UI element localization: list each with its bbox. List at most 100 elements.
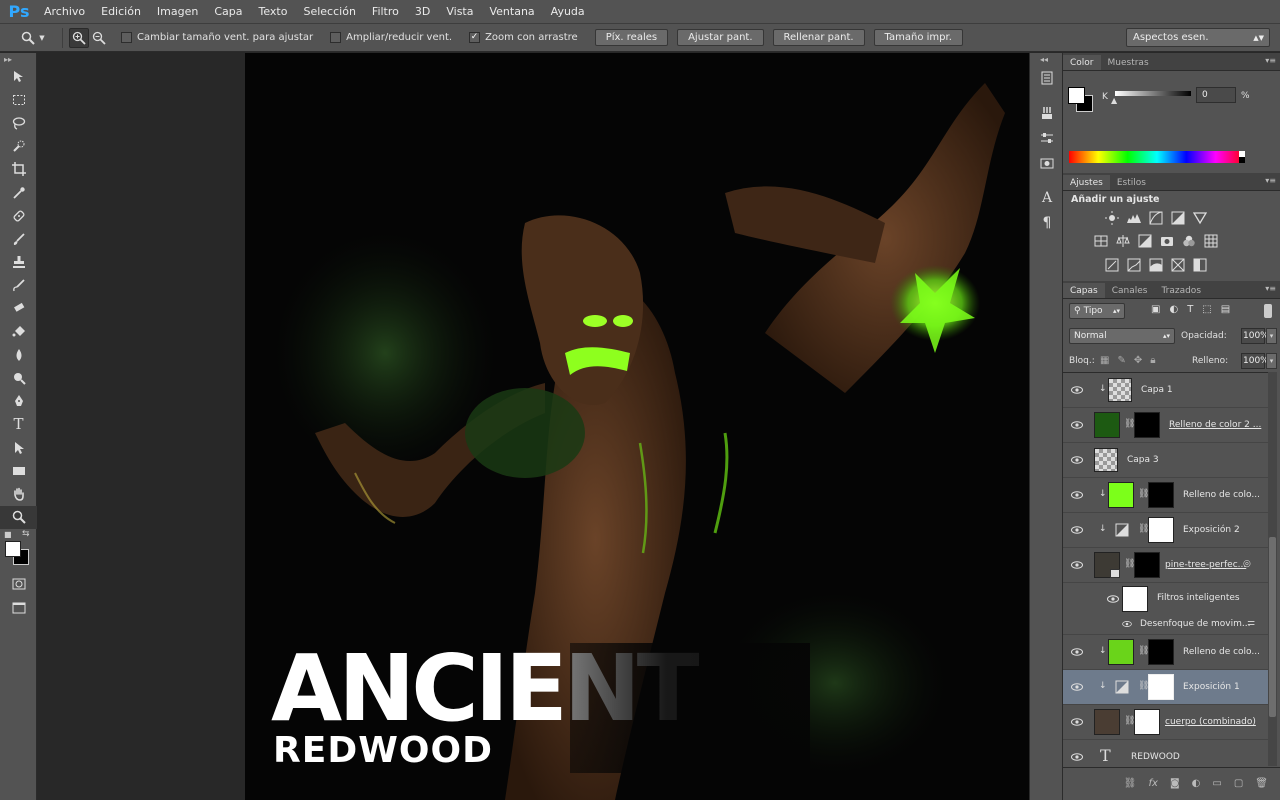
layer-row-selected[interactable]: ↓ ⛓ Exposición 1 <box>1063 670 1268 705</box>
eye-icon[interactable] <box>1071 455 1083 465</box>
paragraph-panel-button[interactable]: ¶ <box>1030 210 1064 235</box>
menu-edicion[interactable]: Edición <box>93 5 149 18</box>
filter-type-icon[interactable]: T <box>1187 304 1193 315</box>
layer-row[interactable]: Capa 3 <box>1063 443 1268 478</box>
paint-bucket-tool[interactable] <box>0 320 37 343</box>
tab-channels[interactable]: Canales <box>1105 283 1155 298</box>
invert-icon[interactable] <box>1103 257 1120 272</box>
eraser-tool[interactable] <box>0 297 37 320</box>
eye-icon[interactable] <box>1071 717 1083 727</box>
new-layer-icon[interactable]: ▢ <box>1234 778 1243 789</box>
tool-preset-picker[interactable]: ▼ <box>10 31 56 45</box>
k-slider[interactable] <box>1115 91 1191 96</box>
tab-color[interactable]: Color <box>1063 55 1101 70</box>
tab-swatches[interactable]: Muestras <box>1101 55 1156 70</box>
eye-icon[interactable] <box>1071 490 1083 500</box>
trash-icon[interactable]: 🗑︎ <box>1255 778 1268 789</box>
menu-vista[interactable]: Vista <box>438 5 481 18</box>
brush-settings-button[interactable] <box>1030 125 1064 150</box>
layer-row[interactable]: ↓ ⛓ Relleno de colo... <box>1063 478 1268 513</box>
brush-tool[interactable] <box>0 227 37 250</box>
zoom-all-windows-checkbox[interactable]: Ampliar/reducir vent. <box>330 32 452 43</box>
k-value-field[interactable]: 0 <box>1196 87 1236 103</box>
menu-ventana[interactable]: Ventana <box>481 5 542 18</box>
zoom-out-button[interactable] <box>89 28 109 48</box>
panel-menu-icon[interactable]: ▾≡ <box>1265 284 1276 293</box>
pen-tool[interactable] <box>0 390 37 413</box>
menu-3d[interactable]: 3D <box>407 5 438 18</box>
screen-mode-button[interactable] <box>0 596 37 619</box>
dodge-tool[interactable] <box>0 366 37 389</box>
filter-smart-object-icon[interactable]: ▤ <box>1221 304 1230 315</box>
layer-row[interactable]: ⛓ pine-tree-perfec... ◎ <box>1063 548 1268 583</box>
blend-mode-select[interactable]: Normal ▴▾ <box>1069 328 1175 344</box>
lasso-tool[interactable] <box>0 111 37 134</box>
color-lookup-icon[interactable] <box>1202 233 1219 248</box>
blur-tool[interactable] <box>0 343 37 366</box>
menu-seleccion[interactable]: Selección <box>295 5 363 18</box>
levels-icon[interactable] <box>1125 210 1142 225</box>
checkbox-box[interactable] <box>330 32 342 43</box>
marquee-tool[interactable] <box>0 88 37 111</box>
eye-icon[interactable] <box>1071 385 1083 395</box>
print-size-button[interactable]: Tamaño impr. <box>873 29 963 46</box>
eye-icon[interactable] <box>1071 682 1083 692</box>
filter-pixel-icon[interactable]: ▣ <box>1151 304 1160 315</box>
filter-blending-options-icon[interactable]: ⚌ <box>1247 618 1255 628</box>
resize-windows-checkbox[interactable]: Cambiar tamaño vent. para ajustar <box>121 32 313 43</box>
layer-row[interactable]: ↓ Capa 1 <box>1063 373 1268 408</box>
lock-all-icon[interactable]: 🔒︎ <box>1150 355 1155 366</box>
eye-icon[interactable] <box>1122 620 1132 628</box>
eyedropper-tool[interactable] <box>0 181 37 204</box>
photo-filter-icon[interactable] <box>1158 233 1175 248</box>
brush-presets-button[interactable] <box>1030 100 1064 125</box>
new-adjustment-icon[interactable]: ◐ <box>1192 778 1201 789</box>
channel-mixer-icon[interactable] <box>1180 233 1197 248</box>
hand-tool[interactable] <box>0 482 37 505</box>
lock-image-icon[interactable]: ✎ <box>1117 355 1125 366</box>
lock-position-icon[interactable]: ✥ <box>1134 355 1142 366</box>
actual-pixels-button[interactable]: Píx. reales <box>594 29 669 46</box>
color-balance-icon[interactable] <box>1114 233 1131 248</box>
layer-row[interactable]: ↓ ⛓ Exposición 2 <box>1063 513 1268 548</box>
curves-icon[interactable] <box>1147 210 1164 225</box>
scrollbar-thumb[interactable] <box>1269 537 1276 717</box>
dock-collapse-button[interactable]: ◂◂ <box>1030 53 1062 65</box>
history-panel-button[interactable] <box>1030 65 1064 90</box>
fit-screen-button[interactable]: Ajustar pant. <box>677 29 764 46</box>
lock-transparent-icon[interactable]: ▦ <box>1100 355 1109 366</box>
quick-selection-tool[interactable] <box>0 135 37 158</box>
default-colors-icon[interactable]: ■ <box>4 530 12 539</box>
filter-toggle-button[interactable] <box>1264 304 1272 318</box>
eye-icon[interactable] <box>1071 525 1083 535</box>
clone-source-button[interactable] <box>1030 150 1064 175</box>
fill-screen-button[interactable]: Rellenar pant. <box>772 29 865 46</box>
tab-paths[interactable]: Trazados <box>1154 283 1208 298</box>
menu-imagen[interactable]: Imagen <box>149 5 206 18</box>
foreground-color-swatch[interactable] <box>5 540 21 557</box>
tab-adjustments[interactable]: Ajustes <box>1063 175 1110 190</box>
panel-menu-icon[interactable]: ▾≡ <box>1265 56 1276 65</box>
brightness-contrast-icon[interactable] <box>1103 210 1120 225</box>
fx-icon[interactable]: fx <box>1149 778 1158 789</box>
smart-filters-row[interactable]: Filtros inteligentes <box>1063 583 1268 615</box>
checkbox-box-checked[interactable]: ✓ <box>469 32 481 43</box>
character-panel-button[interactable]: A <box>1030 185 1064 210</box>
layer-row[interactable]: ↓ ⛓ Relleno de colo... <box>1063 635 1268 670</box>
collapse-toolbar-button[interactable]: ▸▸ <box>0 53 36 65</box>
zoom-tool[interactable] <box>0 505 37 529</box>
tab-layers[interactable]: Capas <box>1063 283 1105 298</box>
fill-field[interactable]: 100% <box>1241 353 1269 369</box>
checkbox-box[interactable] <box>121 32 132 43</box>
spectrum-white-black[interactable] <box>1239 151 1245 163</box>
panel-menu-icon[interactable]: ▾≡ <box>1265 176 1276 185</box>
add-mask-icon[interactable]: ◙ <box>1170 778 1180 789</box>
color-panel-foreground-swatch[interactable] <box>1068 87 1085 104</box>
menu-texto[interactable]: Texto <box>251 5 296 18</box>
zoom-in-button[interactable] <box>69 27 89 48</box>
selective-color-icon[interactable] <box>1169 257 1186 272</box>
document-canvas[interactable]: ANCIENT REDWOOD <box>245 53 1029 800</box>
menu-ayuda[interactable]: Ayuda <box>543 5 593 18</box>
threshold-icon[interactable] <box>1147 257 1164 272</box>
smart-filter-row[interactable]: Desenfoque de movim... ⚌ <box>1063 615 1268 635</box>
